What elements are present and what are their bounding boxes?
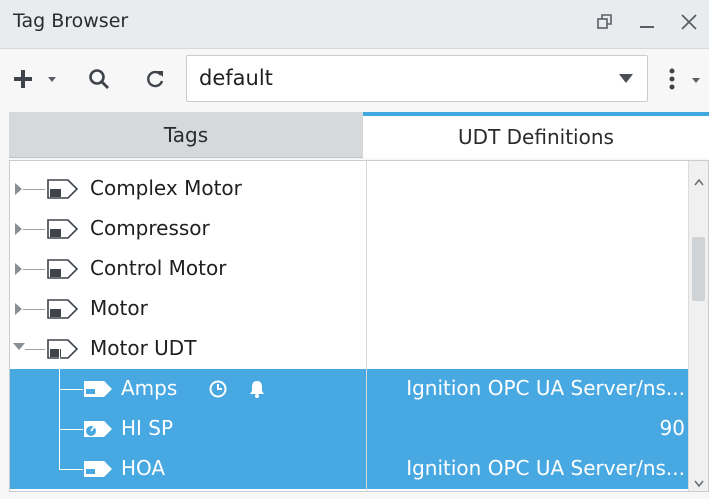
add-tag-button[interactable] — [12, 63, 64, 95]
tag-provider-value: default — [199, 66, 273, 90]
tag-provider-dropdown[interactable]: default — [186, 55, 648, 102]
tree-item-label: Amps — [121, 376, 178, 400]
tag-browser-panel: Tag Browser default Tags UDT Definitions… — [0, 0, 709, 499]
plus-icon — [14, 70, 56, 88]
opc-tag-icon — [82, 457, 116, 485]
tree-row-complex-motor[interactable]: Complex Motor — [10, 169, 690, 209]
udt-definition-icon — [46, 217, 80, 245]
minimize-icon[interactable] — [635, 8, 659, 36]
title-bar: Tag Browser — [0, 0, 709, 49]
chevron-down-icon — [619, 74, 633, 83]
tree-row-motor-udt[interactable]: Motor UDT — [10, 329, 690, 369]
column-divider — [366, 161, 367, 491]
window-controls — [593, 8, 701, 36]
tree-row-hoa[interactable]: HOA Ignition OPC UA Server/ns... — [10, 429, 690, 489]
close-icon[interactable] — [677, 8, 701, 36]
scrollbar-thumb[interactable] — [692, 237, 705, 301]
udt-definition-icon — [46, 337, 80, 365]
refresh-button[interactable] — [140, 63, 170, 95]
tree-row-hi-sp[interactable]: HI SP 90 — [10, 389, 690, 449]
udt-definition-icon — [46, 257, 80, 285]
tree-row-motor[interactable]: Motor — [10, 289, 690, 329]
history-clock-icon — [208, 379, 228, 403]
expand-arrow-icon[interactable] — [15, 263, 22, 275]
tree-item-label: Complex Motor — [90, 176, 242, 200]
expand-arrow-icon[interactable] — [15, 183, 22, 195]
tree-item-label: Motor UDT — [90, 336, 197, 360]
tab-udt-definitions-label: UDT Definitions — [458, 125, 614, 149]
tree-item-label: Motor — [90, 296, 148, 320]
tree-item-label: HOA — [121, 456, 166, 480]
memory-tag-icon — [82, 417, 116, 445]
tree-item-label: Control Motor — [90, 256, 227, 280]
panel-title: Tag Browser — [13, 10, 129, 32]
search-icon — [89, 69, 109, 89]
vertical-scrollbar[interactable] — [688, 161, 708, 491]
tree-row-control-motor[interactable]: Control Motor — [10, 249, 690, 289]
tag-value: 90 — [659, 416, 685, 440]
tree-row-compressor[interactable]: Compressor — [10, 209, 690, 249]
alarm-bell-icon — [247, 379, 267, 403]
refresh-icon — [147, 70, 164, 88]
tab-tags[interactable]: Tags — [9, 112, 363, 158]
opc-tag-icon — [82, 377, 116, 405]
tree-item-label: HI SP — [121, 416, 174, 440]
search-button[interactable] — [84, 63, 114, 95]
more-options-button[interactable] — [660, 63, 704, 95]
tag-value: Ignition OPC UA Server/ns... — [406, 376, 685, 400]
udt-definition-icon — [46, 177, 80, 205]
tree-row-amps[interactable]: Amps Ignition OPC UA Server/ns... — [10, 349, 690, 409]
collapse-arrow-icon[interactable] — [13, 343, 25, 350]
expand-arrow-icon[interactable] — [15, 223, 22, 235]
udt-tree: Complex Motor Compressor Control Motor M… — [9, 160, 709, 492]
udt-definition-icon — [46, 297, 80, 325]
tag-value: Ignition OPC UA Server/ns... — [406, 456, 685, 480]
tab-udt-definitions[interactable]: UDT Definitions — [363, 112, 709, 158]
expand-arrow-icon[interactable] — [15, 303, 22, 315]
tab-bar: Tags UDT Definitions — [9, 112, 709, 158]
kebab-menu-icon — [669, 68, 700, 90]
float-window-icon[interactable] — [593, 8, 617, 36]
tab-tags-label: Tags — [163, 122, 209, 147]
tree-item-label: Compressor — [90, 216, 210, 240]
